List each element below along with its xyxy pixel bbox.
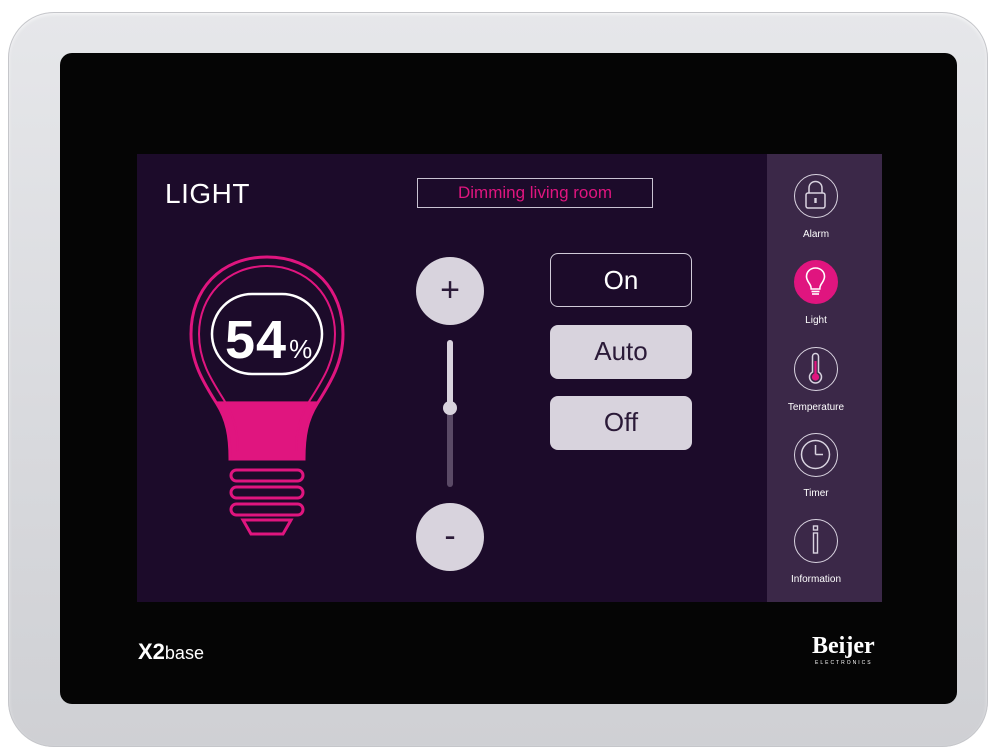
lightbulb-gauge-icon xyxy=(189,255,345,536)
nav-label-information: Information xyxy=(790,574,842,585)
light-nav-button xyxy=(794,260,838,304)
decrease-button[interactable]: - xyxy=(416,503,484,571)
touch-screen: LIGHT Dimming living room 54% + - On Aut… xyxy=(137,154,882,602)
information-nav-button xyxy=(794,519,838,563)
dimmer-slider-handle[interactable] xyxy=(443,400,457,415)
nav-item-temperature[interactable]: Temperature xyxy=(767,339,882,425)
lightbulb-icon xyxy=(805,267,826,295)
timer-nav-button xyxy=(794,433,838,477)
thermometer-icon xyxy=(808,352,823,384)
info-icon xyxy=(812,525,819,554)
nav-item-timer[interactable]: Timer xyxy=(767,425,882,511)
temperature-nav-button xyxy=(794,347,838,391)
percent-unit: % xyxy=(289,334,314,364)
nav-item-alarm[interactable]: Alarm xyxy=(767,166,882,252)
dimmer-percentage: 54% xyxy=(225,309,313,371)
clock-icon xyxy=(800,439,831,470)
lock-icon xyxy=(805,180,826,209)
brand-logo: Beijer xyxy=(812,633,875,659)
brand-logo-subtitle: ELECTRONICS xyxy=(815,660,873,666)
device-model-logo: X2base xyxy=(138,639,204,665)
nav-item-light[interactable]: Light xyxy=(767,252,882,338)
nav-item-information[interactable]: Information xyxy=(767,511,882,597)
nav-label-alarm: Alarm xyxy=(802,229,830,240)
increase-button[interactable]: + xyxy=(416,257,484,325)
alarm-nav-button xyxy=(794,174,838,218)
percent-value: 54 xyxy=(225,310,288,370)
room-label: Dimming living room xyxy=(417,178,653,208)
mode-off-button[interactable]: Off xyxy=(550,396,692,450)
sidebar-nav: Alarm Light Temperature Timer Informatio… xyxy=(767,154,882,602)
mode-on-button[interactable]: On xyxy=(550,253,692,307)
model-main: X2 xyxy=(138,639,165,664)
page-title: LIGHT xyxy=(165,178,250,209)
nav-label-light: Light xyxy=(805,315,827,326)
model-sub: base xyxy=(164,643,204,663)
nav-label-temperature: Temperature xyxy=(787,402,845,413)
nav-label-timer: Timer xyxy=(803,488,829,499)
dimmer-slider-fill xyxy=(447,340,453,408)
mode-auto-button[interactable]: Auto xyxy=(550,325,692,379)
